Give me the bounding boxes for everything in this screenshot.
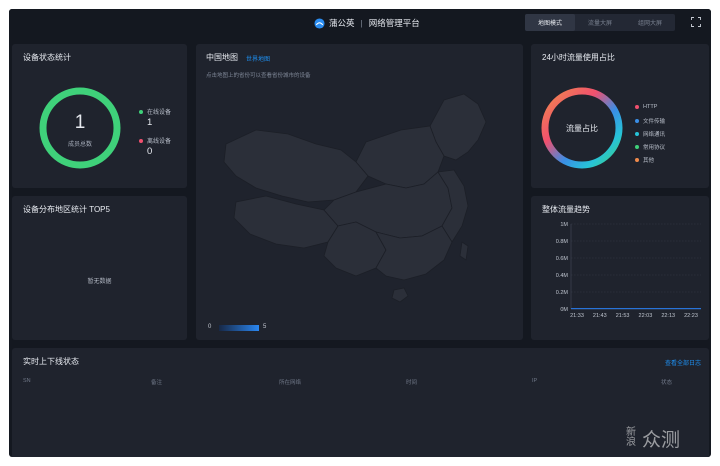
brand-separator: | xyxy=(360,18,363,28)
region-top5-card: 设备分布地区统计 TOP5 暂无数据 xyxy=(12,196,187,340)
column-remark: 备注 xyxy=(151,380,163,386)
x-tick-label: 21:43 xyxy=(593,313,607,319)
x-tick-label: 21:53 xyxy=(616,313,630,319)
dandelion-logo-icon xyxy=(314,17,325,29)
column-network: 所在网络 xyxy=(279,380,302,386)
online-dot xyxy=(139,109,143,114)
view-mode-tabs: 地图模式 流量大屏 组网大屏 xyxy=(525,14,675,31)
x-tick-label: 21:33 xyxy=(570,313,584,319)
tab-traffic-screen[interactable]: 流量大屏 xyxy=(575,14,625,31)
sina-zhongce-watermark: 新浪 众测 xyxy=(626,418,712,458)
brand: 蒲公英 | 网络管理平台 xyxy=(314,16,420,30)
total-members-label: 成员总数 xyxy=(67,142,92,148)
map-hint: 点击地图上的省份可以查看省份城市的设备 xyxy=(206,73,311,79)
world-map-link[interactable]: 世界地图 xyxy=(246,54,270,63)
legend-network-comm: 网络通讯 xyxy=(635,130,665,138)
map-title: 中国地图 xyxy=(206,53,238,62)
y-tick-label: 1M xyxy=(560,222,568,228)
scale-max-label: 5 xyxy=(263,324,267,330)
legend-common-protocol: 常用协议 xyxy=(635,143,665,151)
view-all-logs-link[interactable]: 查看全部日志 xyxy=(665,358,701,367)
total-members-count: 1 xyxy=(74,112,86,133)
map-region-taiwan xyxy=(459,241,469,261)
app-name: 网络管理平台 xyxy=(368,18,420,28)
legend-file-transfer-label: 文件传输 xyxy=(643,119,666,125)
brand-name: 蒲公英 xyxy=(329,18,355,28)
watermark-small-text: 新浪 xyxy=(626,427,636,448)
y-tick-label: 0.4M xyxy=(556,273,569,279)
y-tick-label: 0.2M xyxy=(556,290,569,296)
legend-file-transfer: 文件传输 xyxy=(635,117,665,125)
traffic-share-title: 24小时流量使用占比 xyxy=(542,53,615,62)
traffic-trend-card: 整体流量趋势 0M 0.2M 0.4M 0.6M 0.8M 1M 21:33 21:43 21:… xyxy=(531,196,709,340)
no-data-text: 暂无数据 xyxy=(87,279,112,285)
app-window: 蒲公英 | 网络管理平台 地图模式 流量大屏 组网大屏 设备状态统计 1 成员总… xyxy=(9,9,711,457)
legend-common-protocol-label: 常用协议 xyxy=(643,145,666,151)
realtime-status-title: 实时上下线状态 xyxy=(23,357,79,366)
network-comm-dot xyxy=(635,132,639,136)
map-region-northwest xyxy=(223,129,369,203)
y-tick-label: 0.8M xyxy=(556,239,569,245)
x-tick-label: 22:03 xyxy=(639,313,653,319)
offline-value: 0 xyxy=(147,146,153,157)
common-protocol-dot xyxy=(635,145,639,149)
column-time: 时间 xyxy=(406,380,418,386)
region-top5-title: 设备分布地区统计 TOP5 xyxy=(23,205,110,214)
map-region-tibet xyxy=(233,195,339,249)
tab-network-screen[interactable]: 组网大屏 xyxy=(625,14,675,31)
column-status: 状态 xyxy=(661,380,673,386)
top-header: 蒲公英 | 网络管理平台 地图模式 流量大屏 组网大屏 xyxy=(9,9,711,37)
legend-other: 其他 xyxy=(635,156,654,164)
china-map-card: 中国地图 世界地图 点击地图上的省份可以查看省份城市的设备 0 5 xyxy=(196,44,523,340)
offline-label: 离线设备 xyxy=(147,139,172,145)
online-value: 1 xyxy=(147,117,153,128)
traffic-share-card: 24小时流量使用占比 流量占比 HTTP 文件传输 网络通讯 常用协议 其他 xyxy=(531,44,709,188)
realtime-table-header: SN 备注 所在网络 时间 IP 状态 xyxy=(23,378,703,388)
offline-legend: 离线设备 xyxy=(139,136,171,145)
x-tick-label: 22:13 xyxy=(661,313,675,319)
online-label: 在线设备 xyxy=(147,110,172,116)
watermark-big-text: 众测 xyxy=(642,428,681,451)
legend-other-label: 其他 xyxy=(643,158,655,164)
y-tick-label: 0.6M xyxy=(556,256,569,262)
online-legend: 在线设备 xyxy=(139,107,171,116)
column-sn: SN xyxy=(23,378,31,384)
china-map[interactable] xyxy=(216,92,506,317)
device-status-title: 设备状态统计 xyxy=(23,53,71,62)
column-ip: IP xyxy=(532,378,538,384)
legend-http: HTTP xyxy=(635,104,657,110)
y-tick-label: 0M xyxy=(560,307,568,313)
tab-map-mode[interactable]: 地图模式 xyxy=(525,14,575,31)
http-dot xyxy=(635,105,639,109)
offline-dot xyxy=(139,138,143,143)
traffic-trend-chart: 0M 0.2M 0.4M 0.6M 0.8M 1M 21:33 21:43 21:53 22:03… xyxy=(556,222,701,319)
map-region-hainan xyxy=(391,287,409,303)
realtime-status-card: 实时上下线状态 查看全部日志 SN 备注 所在网络 时间 IP 状态 xyxy=(12,348,709,457)
map-scale-bar xyxy=(219,325,259,331)
fullscreen-icon[interactable] xyxy=(691,17,701,27)
legend-network-comm-label: 网络通讯 xyxy=(643,132,666,138)
x-tick-label: 22:23 xyxy=(684,313,698,319)
traffic-share-center-label: 流量占比 xyxy=(566,124,598,133)
scale-min-label: 0 xyxy=(208,324,212,330)
device-status-card: 设备状态统计 1 成员总数 在线设备 1 离线设备 0 xyxy=(12,44,187,188)
other-dot xyxy=(635,158,639,162)
traffic-trend-title: 整体流量趋势 xyxy=(542,205,590,214)
file-transfer-dot xyxy=(635,119,639,123)
legend-http-label: HTTP xyxy=(643,104,658,110)
